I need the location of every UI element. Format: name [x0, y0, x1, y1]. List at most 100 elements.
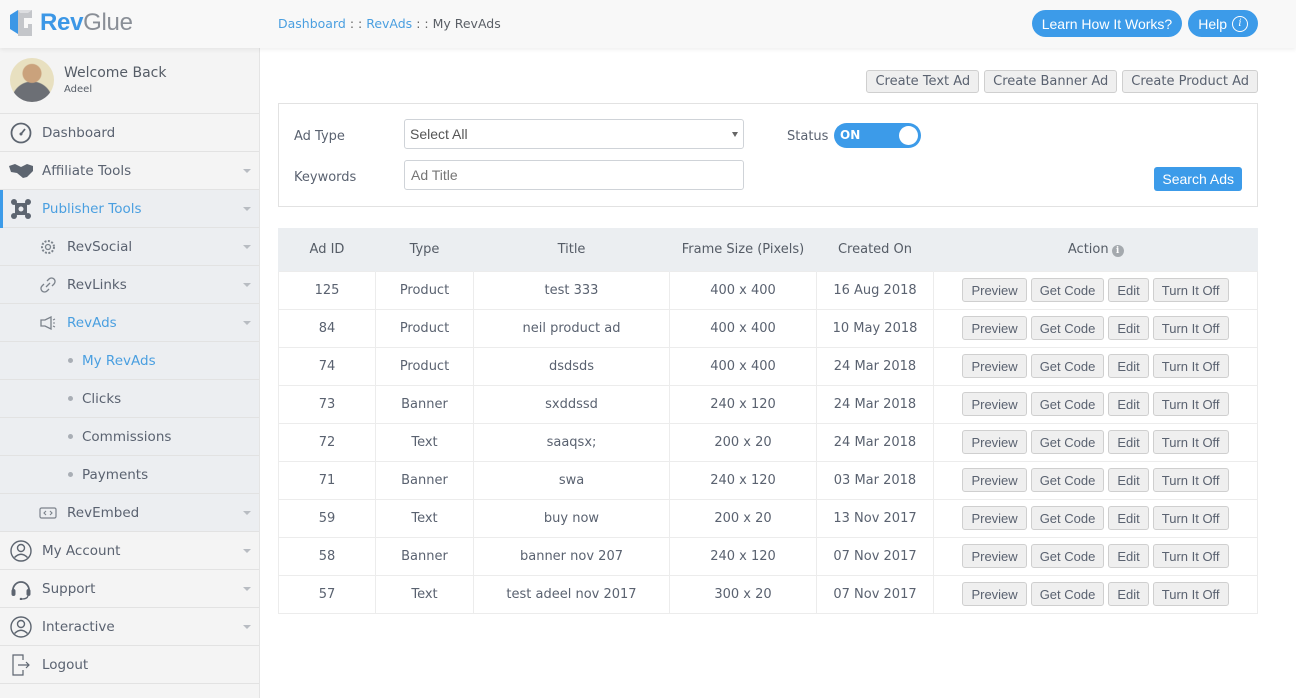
- sidebar-item-label: Support: [42, 580, 96, 597]
- cell-created-on: 07 Nov 2017: [816, 536, 934, 576]
- status-toggle[interactable]: ON: [834, 123, 921, 148]
- sidebar-item-my-account[interactable]: My Account: [0, 532, 259, 570]
- preview-button[interactable]: Preview: [962, 468, 1027, 492]
- create-text-ad-button[interactable]: Create Text Ad: [866, 70, 980, 93]
- breadcrumb-separator: : :: [416, 16, 429, 31]
- search-filter-panel: Ad Type Select All Keywords Status ON Se…: [278, 103, 1258, 207]
- turn-it-off-button[interactable]: Turn It Off: [1152, 354, 1229, 378]
- get-code-button[interactable]: Get Code: [1030, 582, 1105, 606]
- create-banner-ad-button[interactable]: Create Banner Ad: [984, 70, 1118, 93]
- sidebar-item-affiliate-tools[interactable]: Affiliate Tools: [0, 152, 259, 190]
- sidebar-item-label: RevSocial: [67, 238, 133, 255]
- preview-button[interactable]: Preview: [962, 392, 1027, 416]
- preview-button[interactable]: Preview: [962, 582, 1027, 606]
- sidebar-item-revlinks[interactable]: RevLinks: [0, 266, 259, 304]
- sidebar-item-logout[interactable]: Logout: [0, 646, 259, 684]
- get-code-button[interactable]: Get Code: [1030, 354, 1105, 378]
- table-row: 59 Text buy now 200 x 20 13 Nov 2017 Pre…: [278, 498, 1258, 538]
- cell-actions: Preview Get Code Edit Turn It Off: [933, 498, 1258, 538]
- cell-created-on: 07 Nov 2017: [816, 574, 934, 614]
- get-code-button[interactable]: Get Code: [1030, 506, 1105, 530]
- info-icon: i: [1232, 15, 1248, 32]
- edit-button[interactable]: Edit: [1108, 468, 1149, 492]
- sidebar-item-my-revads[interactable]: My RevAds: [0, 342, 259, 380]
- preview-button[interactable]: Preview: [962, 354, 1027, 378]
- column-header-frame-size[interactable]: Frame Size (Pixels): [669, 228, 817, 271]
- sidebar-item-revads[interactable]: RevAds: [0, 304, 259, 342]
- preview-button[interactable]: Preview: [962, 430, 1027, 454]
- cell-frame-size: 200 x 20: [669, 422, 817, 462]
- cell-title: test 333: [473, 270, 670, 310]
- turn-it-off-button[interactable]: Turn It Off: [1152, 582, 1229, 606]
- revglue-logo[interactable]: RevGlue: [6, 7, 133, 39]
- sidebar-item-interactive[interactable]: Interactive: [0, 608, 259, 646]
- edit-button[interactable]: Edit: [1108, 316, 1149, 340]
- column-header-title[interactable]: Title: [473, 228, 670, 271]
- info-icon[interactable]: i: [1111, 244, 1124, 257]
- column-header-ad-id[interactable]: Ad ID: [278, 228, 376, 271]
- edit-button[interactable]: Edit: [1108, 354, 1149, 378]
- help-button[interactable]: Help i: [1188, 10, 1258, 37]
- avatar[interactable]: [10, 58, 54, 102]
- table-header-row: Ad ID Type Title Frame Size (Pixels) Cre…: [278, 228, 1258, 271]
- edit-button[interactable]: Edit: [1108, 278, 1149, 302]
- cell-title: test adeel nov 2017: [473, 574, 670, 614]
- column-header-created-on[interactable]: Created On: [816, 228, 934, 271]
- sidebar-item-label: Clicks: [82, 390, 122, 407]
- turn-it-off-button[interactable]: Turn It Off: [1152, 506, 1229, 530]
- chevron-down-icon: [243, 169, 251, 173]
- user-circle-icon: [9, 539, 33, 563]
- get-code-button[interactable]: Get Code: [1030, 544, 1105, 568]
- edit-button[interactable]: Edit: [1108, 544, 1149, 568]
- sidebar-item-clicks[interactable]: Clicks: [0, 380, 259, 418]
- sidebar-item-revsocial[interactable]: RevSocial: [0, 228, 259, 266]
- keywords-input[interactable]: [404, 160, 744, 190]
- preview-button[interactable]: Preview: [962, 316, 1027, 340]
- turn-it-off-button[interactable]: Turn It Off: [1152, 544, 1229, 568]
- breadcrumb-revads[interactable]: RevAds: [366, 16, 412, 31]
- cell-actions: Preview Get Code Edit Turn It Off: [933, 536, 1258, 576]
- table-row: 73 Banner sxddssd 240 x 120 24 Mar 2018 …: [278, 384, 1258, 424]
- cell-ad-id: 84: [278, 308, 376, 348]
- edit-button[interactable]: Edit: [1108, 430, 1149, 454]
- handshake-icon: [9, 159, 33, 183]
- learn-how-it-works-button[interactable]: Learn How It Works?: [1031, 10, 1183, 37]
- sidebar-item-publisher-tools[interactable]: Publisher Tools: [0, 190, 259, 228]
- preview-button[interactable]: Preview: [962, 506, 1027, 530]
- edit-button[interactable]: Edit: [1108, 506, 1149, 530]
- sidebar-item-support[interactable]: Support: [0, 570, 259, 608]
- sidebar-item-label: My RevAds: [82, 352, 156, 369]
- column-header-type[interactable]: Type: [375, 228, 474, 271]
- turn-it-off-button[interactable]: Turn It Off: [1152, 430, 1229, 454]
- sidebar-item-payments[interactable]: Payments: [0, 456, 259, 494]
- cell-ad-id: 74: [278, 346, 376, 386]
- breadcrumb-dashboard[interactable]: Dashboard: [278, 16, 346, 31]
- create-product-ad-button[interactable]: Create Product Ad: [1122, 70, 1258, 93]
- preview-button[interactable]: Preview: [962, 278, 1027, 302]
- ad-type-selected-value: Select All: [410, 126, 468, 142]
- megaphone-icon: [38, 311, 58, 335]
- get-code-button[interactable]: Get Code: [1030, 278, 1105, 302]
- turn-it-off-button[interactable]: Turn It Off: [1152, 468, 1229, 492]
- get-code-button[interactable]: Get Code: [1030, 430, 1105, 454]
- sidebar-item-label: Dashboard: [42, 124, 116, 141]
- cell-type: Product: [375, 308, 474, 348]
- get-code-button[interactable]: Get Code: [1030, 316, 1105, 340]
- edit-button[interactable]: Edit: [1108, 582, 1149, 606]
- sidebar-item-commissions[interactable]: Commissions: [0, 418, 259, 456]
- turn-it-off-button[interactable]: Turn It Off: [1152, 278, 1229, 302]
- search-ads-button[interactable]: Search Ads: [1154, 167, 1242, 191]
- user-circle-icon: [9, 615, 33, 639]
- edit-button[interactable]: Edit: [1108, 392, 1149, 416]
- get-code-button[interactable]: Get Code: [1030, 392, 1105, 416]
- sidebar-item-dashboard[interactable]: Dashboard: [0, 114, 259, 152]
- sidebar-item-revembed[interactable]: RevEmbed: [0, 494, 259, 532]
- get-code-button[interactable]: Get Code: [1030, 468, 1105, 492]
- preview-button[interactable]: Preview: [962, 544, 1027, 568]
- turn-it-off-button[interactable]: Turn It Off: [1152, 316, 1229, 340]
- turn-it-off-button[interactable]: Turn It Off: [1152, 392, 1229, 416]
- table-row: 72 Text saaqsx; 200 x 20 24 Mar 2018 Pre…: [278, 422, 1258, 462]
- ad-type-select[interactable]: Select All: [404, 119, 744, 149]
- table-row: 71 Banner swa 240 x 120 03 Mar 2018 Prev…: [278, 460, 1258, 500]
- user-welcome: Welcome Back Adeel: [0, 48, 259, 114]
